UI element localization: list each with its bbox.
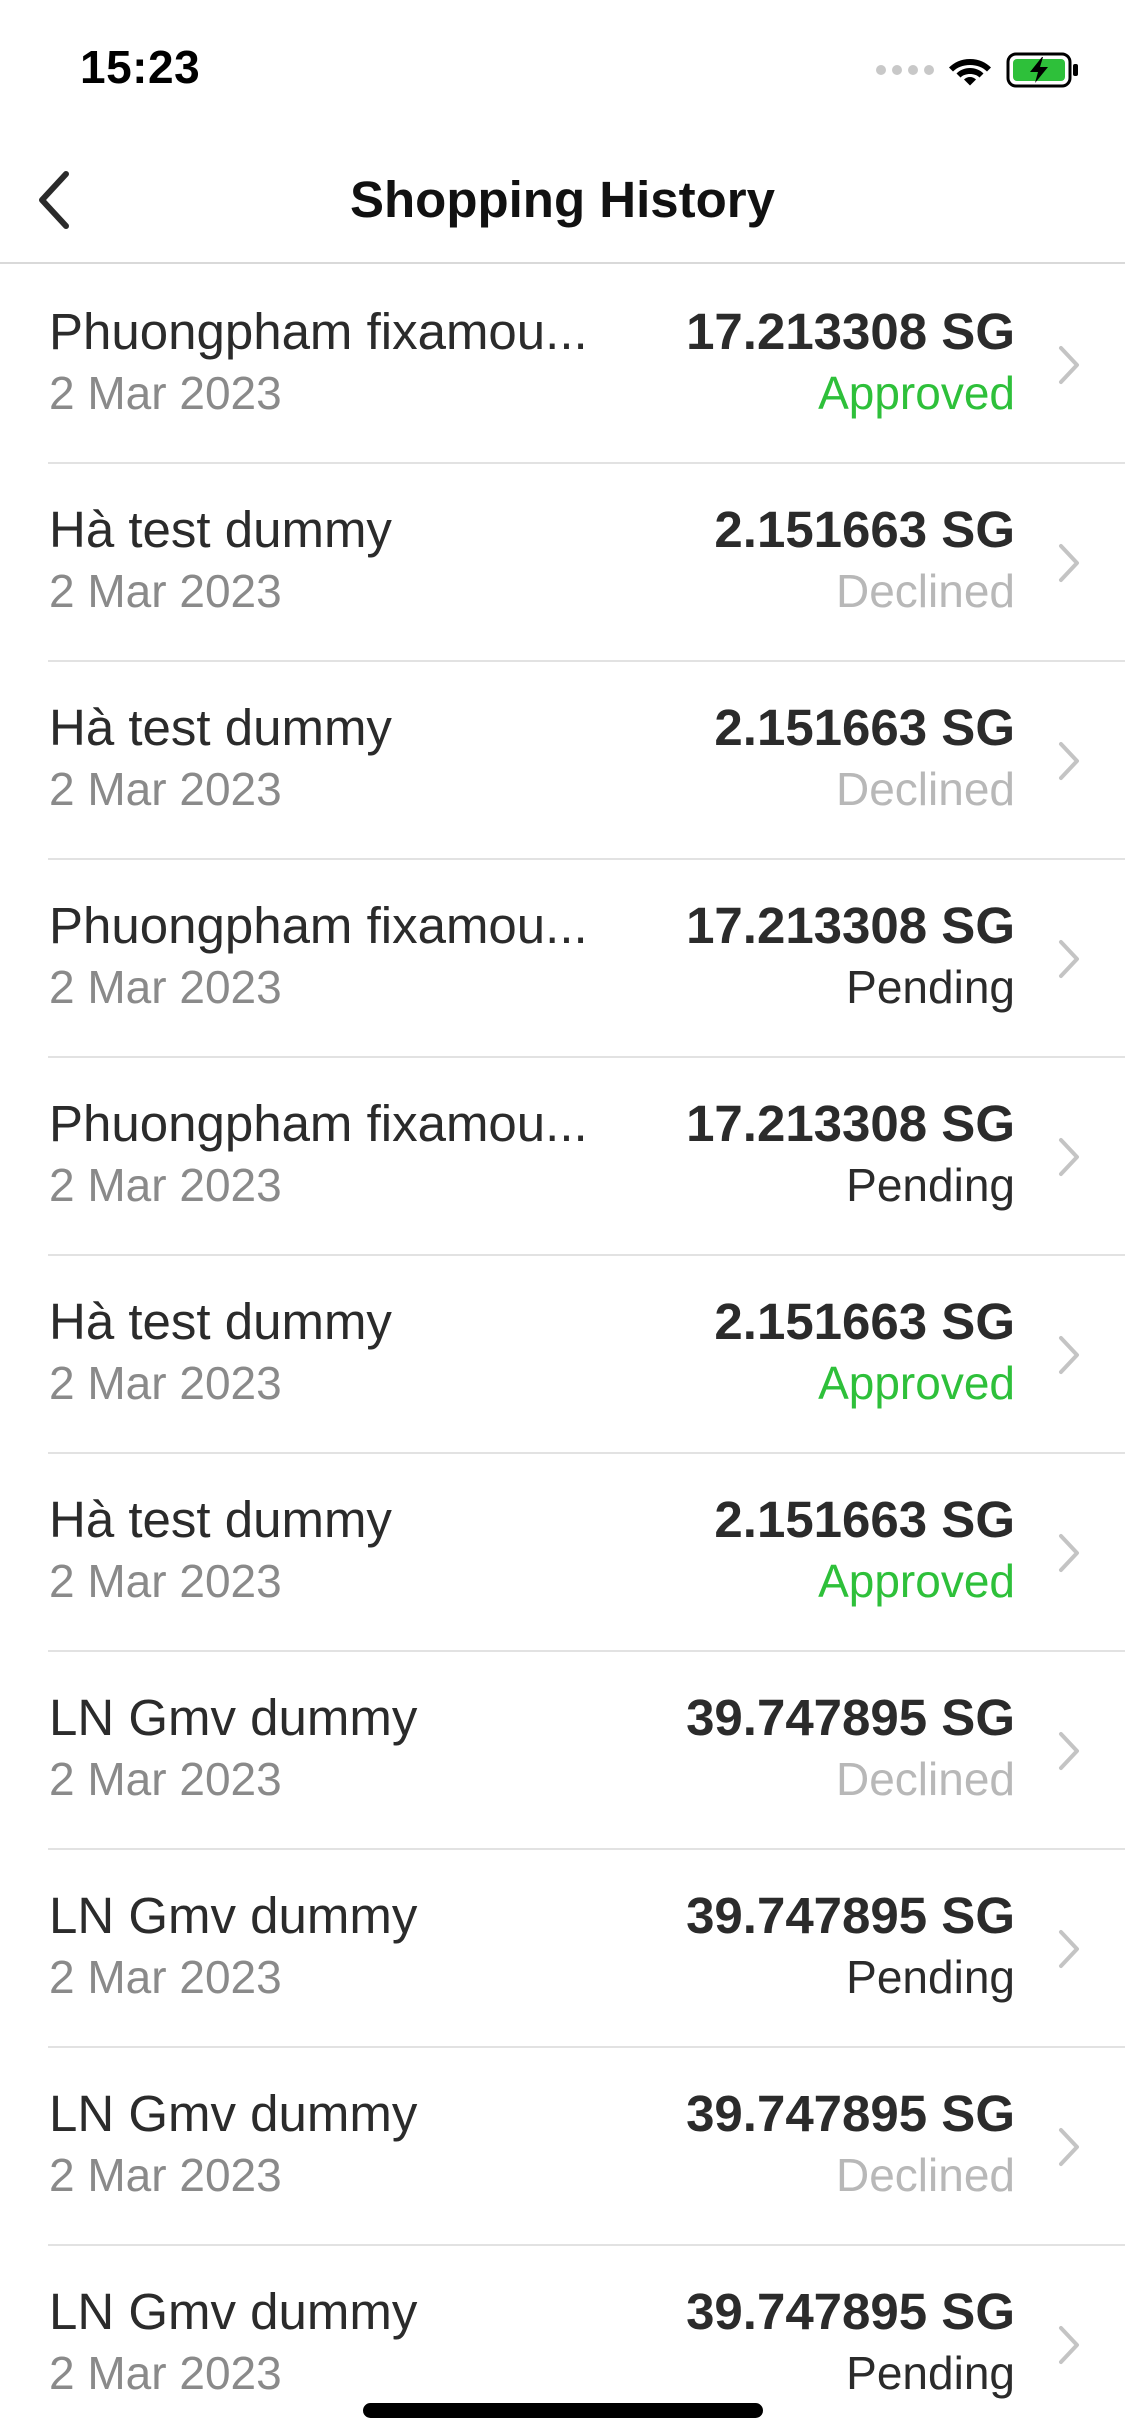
status-bar: 15:23 [0, 0, 1125, 132]
transaction-row[interactable]: Phuongpham fixamou... 2 Mar 2023 17.213308… [0, 1058, 1125, 1256]
nav-bar: Shopping History [0, 132, 1125, 264]
transaction-amount: 2.151663 SG [714, 501, 1015, 558]
transaction-row[interactable]: LN Gmv dummy 2 Mar 2023 39.747895 SG Declin… [0, 2048, 1125, 2246]
transaction-row[interactable]: Phuongpham fixamou... 2 Mar 2023 17.213308… [0, 860, 1125, 1058]
transaction-merchant: LN Gmv dummy [49, 1689, 418, 1746]
transaction-merchant: Phuongpham fixamou... [49, 1095, 588, 1152]
chevron-right-icon [1059, 544, 1079, 582]
transaction-date: 2 Mar 2023 [49, 565, 282, 617]
transaction-amount: 17.213308 SG [686, 1095, 1015, 1152]
transaction-status: Declined [836, 763, 1015, 815]
chevron-right-icon [1059, 742, 1079, 780]
transaction-status: Approved [818, 367, 1015, 419]
chevron-right-icon [1059, 1336, 1079, 1374]
battery-charging-icon [1006, 52, 1078, 88]
transaction-date: 2 Mar 2023 [49, 367, 282, 419]
transaction-date: 2 Mar 2023 [49, 1357, 282, 1409]
chevron-right-icon [1059, 2128, 1079, 2166]
transaction-amount: 2.151663 SG [714, 1293, 1015, 1350]
chevron-right-icon [1059, 1534, 1079, 1572]
status-icons [876, 50, 1080, 90]
transaction-date: 2 Mar 2023 [49, 1753, 282, 1805]
transaction-date: 2 Mar 2023 [49, 1555, 282, 1607]
transaction-date: 2 Mar 2023 [49, 763, 282, 815]
transaction-merchant: LN Gmv dummy [49, 2283, 418, 2340]
transaction-date: 2 Mar 2023 [49, 961, 282, 1013]
transaction-amount: 17.213308 SG [686, 303, 1015, 360]
chevron-right-icon [1059, 1732, 1079, 1770]
transaction-status: Approved [818, 1357, 1015, 1409]
chevron-right-icon [1059, 1930, 1079, 1968]
transaction-status: Declined [836, 2149, 1015, 2201]
transaction-row[interactable]: LN Gmv dummy 2 Mar 2023 39.747895 SG Declin… [0, 1652, 1125, 1850]
transaction-row[interactable]: Phuongpham fixamou... 2 Mar 2023 17.213308… [0, 266, 1125, 464]
transaction-date: 2 Mar 2023 [49, 2149, 282, 2201]
home-indicator[interactable] [363, 2403, 763, 2418]
chevron-right-icon [1059, 1138, 1079, 1176]
transaction-date: 2 Mar 2023 [49, 2347, 282, 2399]
transaction-amount: 39.747895 SG [686, 1689, 1015, 1746]
transaction-merchant: Phuongpham fixamou... [49, 303, 588, 360]
transaction-amount: 39.747895 SG [686, 2283, 1015, 2340]
transaction-date: 2 Mar 2023 [49, 1159, 282, 1211]
signal-dots-icon [876, 65, 934, 75]
transaction-merchant: Hà test dummy [49, 699, 392, 756]
transaction-amount: 39.747895 SG [686, 1887, 1015, 1944]
transaction-status: Declined [836, 1753, 1015, 1805]
transaction-row[interactable]: Hà test dummy 2 Mar 2023 2.151663 SG Approv… [0, 1454, 1125, 1652]
transaction-row[interactable]: LN Gmv dummy 2 Mar 2023 39.747895 SG Pendin… [0, 1850, 1125, 2048]
transaction-merchant: LN Gmv dummy [49, 2085, 418, 2142]
transaction-status: Approved [818, 1555, 1015, 1607]
wifi-icon [949, 59, 991, 86]
screen: 15:23 Shopping History Phuongpham fixamo… [0, 0, 1125, 2436]
transaction-merchant: Phuongpham fixamou... [49, 897, 588, 954]
chevron-right-icon [1059, 2326, 1079, 2364]
page-title: Shopping History [350, 171, 775, 228]
transaction-amount: 17.213308 SG [686, 897, 1015, 954]
transaction-status: Pending [846, 2347, 1015, 2399]
transaction-row[interactable]: Hà test dummy 2 Mar 2023 2.151663 SG Declin… [0, 464, 1125, 662]
chevron-right-icon [1059, 940, 1079, 978]
transaction-merchant: LN Gmv dummy [49, 1887, 418, 1944]
transaction-amount: 2.151663 SG [714, 699, 1015, 756]
shopping-history-list: Phuongpham fixamou... 2 Mar 2023 17.213308… [0, 266, 1125, 2436]
transaction-merchant: Hà test dummy [49, 501, 392, 558]
transaction-row[interactable]: Hà test dummy 2 Mar 2023 2.151663 SG Approv… [0, 1256, 1125, 1454]
transaction-status: Declined [836, 565, 1015, 617]
transaction-status: Pending [846, 1159, 1015, 1211]
transaction-merchant: Hà test dummy [49, 1293, 392, 1350]
status-time: 15:23 [80, 41, 201, 93]
transaction-status: Pending [846, 1951, 1015, 2003]
transaction-amount: 2.151663 SG [714, 1491, 1015, 1548]
transaction-date: 2 Mar 2023 [49, 1951, 282, 2003]
transaction-amount: 39.747895 SG [686, 2085, 1015, 2142]
transaction-status: Pending [846, 961, 1015, 1013]
transaction-merchant: Hà test dummy [49, 1491, 392, 1548]
transaction-row[interactable]: Hà test dummy 2 Mar 2023 2.151663 SG Declin… [0, 662, 1125, 860]
chevron-right-icon [1059, 346, 1079, 384]
